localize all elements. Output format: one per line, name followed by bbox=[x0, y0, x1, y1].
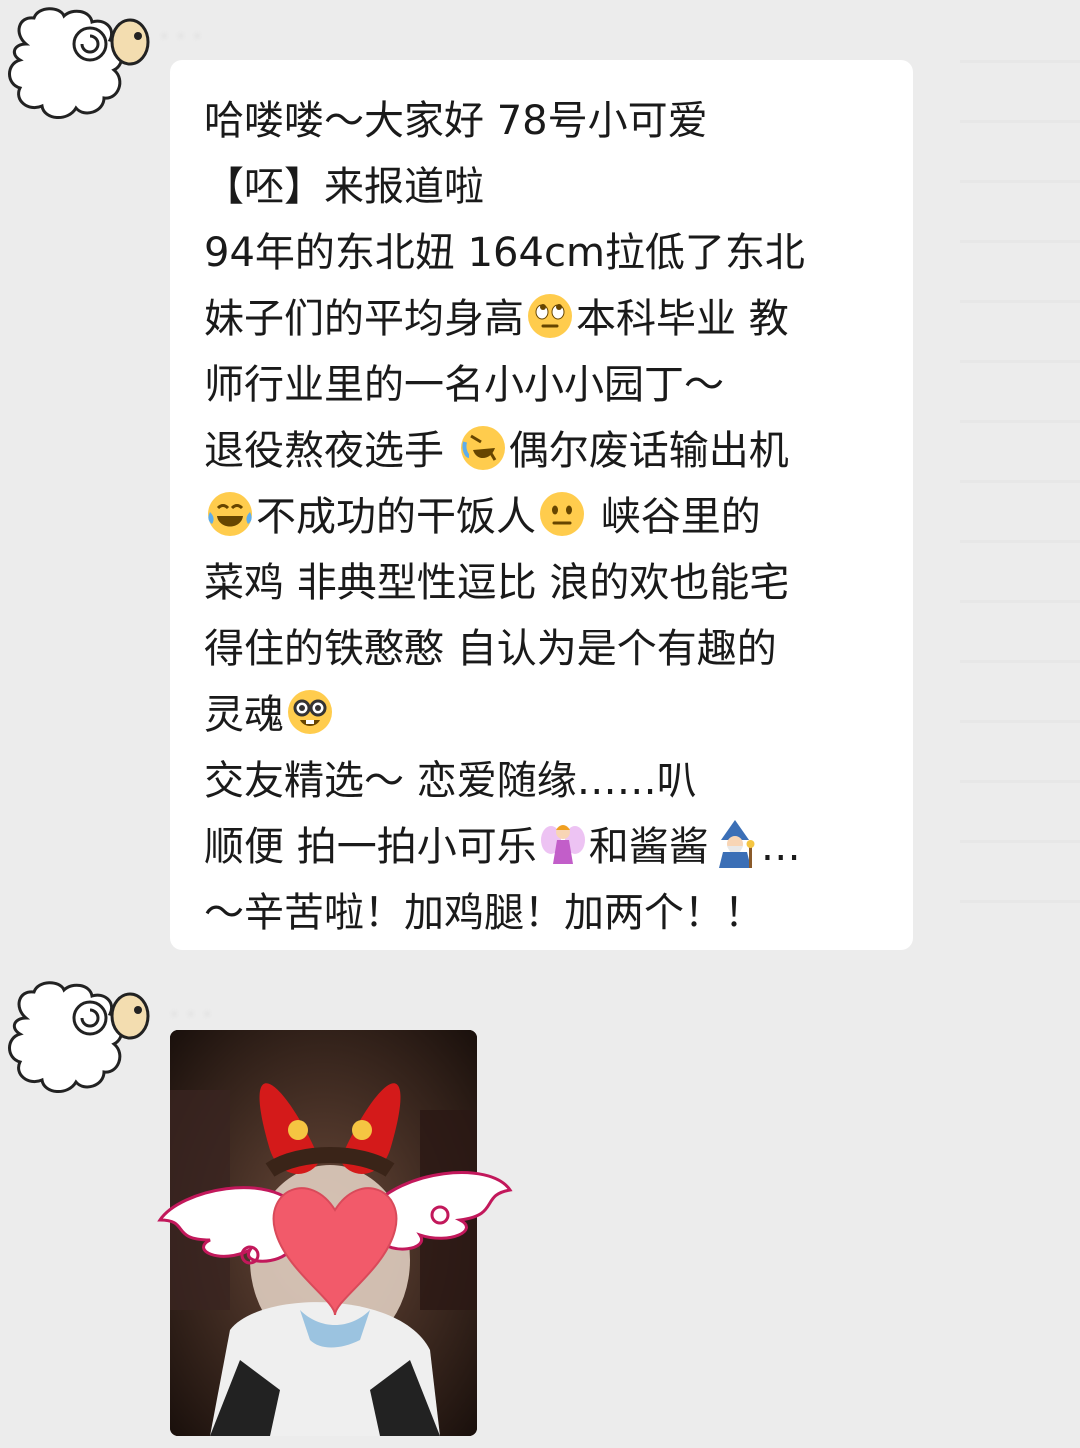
text-segment: 师行业里的一名小小小园丁～ bbox=[204, 362, 724, 408]
tears-of-joy-emoji-icon bbox=[208, 492, 252, 536]
nerd-face-emoji-icon bbox=[288, 690, 332, 734]
text-segment: 和酱酱 bbox=[588, 824, 709, 870]
message-line: 灵魂 bbox=[204, 682, 893, 748]
message-line: 【呸】来报道啦 bbox=[204, 154, 893, 220]
text-segment: 偶尔废话输出机 bbox=[508, 428, 789, 474]
sender-avatar-2[interactable] bbox=[4, 978, 154, 1108]
message-line: 交友精选～ 恋爱随缘……叭 bbox=[204, 748, 893, 814]
text-segment: 哈喽喽～大家好 78号小可爱 bbox=[204, 98, 708, 144]
message-line: ～辛苦啦！加鸡腿！加两个！！ bbox=[204, 880, 893, 946]
message-bubble[interactable]: 哈喽喽～大家好 78号小可爱 【呸】来报道啦 94年的东北妞 164cm拉低了东北妹… bbox=[170, 60, 913, 950]
mage-emoji-icon bbox=[718, 820, 755, 868]
message-line: 顺便 拍一拍小可乐 和酱酱 … bbox=[204, 814, 893, 880]
message-line: 94年的东北妞 164cm拉低了东北 bbox=[204, 220, 893, 286]
text-segment: … bbox=[760, 824, 801, 870]
rofl-emoji-icon bbox=[460, 426, 505, 470]
message-line: 妹子们的平均身高 本科毕业 教 bbox=[204, 286, 893, 352]
heart-wings-sticker bbox=[150, 1130, 520, 1330]
message-line: 师行业里的一名小小小园丁～ bbox=[204, 352, 893, 418]
rolling-eyes-emoji-icon bbox=[528, 294, 572, 338]
rofl-emoji-icon bbox=[457, 422, 509, 474]
sheep-avatar-icon bbox=[8, 7, 150, 119]
text-segment: 退役熬夜选手 bbox=[204, 428, 457, 474]
message-line: 哈喽喽～大家好 78号小可爱 bbox=[204, 88, 893, 154]
fairy-emoji-icon bbox=[537, 818, 589, 870]
message-line: 得住的铁憨憨 自认为是个有趣的 bbox=[204, 616, 893, 682]
sender-avatar[interactable] bbox=[4, 4, 154, 134]
text-segment: 峡谷里的 bbox=[588, 494, 761, 540]
sender-name: · · · bbox=[160, 22, 202, 52]
rolling-eyes-emoji-icon bbox=[524, 290, 576, 342]
message-line: 退役熬夜选手 偶尔废话输出机 bbox=[204, 418, 893, 484]
neutral-face-emoji-icon bbox=[536, 488, 588, 540]
tears-of-joy-emoji-icon bbox=[204, 488, 256, 540]
neutral-face-emoji-icon bbox=[540, 492, 584, 536]
message-text: 哈喽喽～大家好 78号小可爱 【呸】来报道啦 94年的东北妞 164cm拉低了东北妹… bbox=[204, 88, 893, 946]
text-segment: 94年的东北妞 164cm拉低了东北 bbox=[204, 230, 805, 276]
chat-window: · · · 哈喽喽～大家好 78号小可爱 【呸】来报道啦 94年的东北妞 164cm… bbox=[0, 0, 1080, 1448]
heart-with-wings-icon bbox=[157, 1171, 513, 1316]
text-segment: 【呸】来报道啦 bbox=[204, 164, 484, 210]
text-segment: 菜鸡 非典型性逗比 浪的欢也能宅 bbox=[204, 560, 790, 606]
text-segment: 不成功的干饭人 bbox=[256, 494, 536, 540]
text-segment: 灵魂 bbox=[204, 692, 284, 738]
background-texture bbox=[960, 60, 1080, 960]
text-segment: 妹子们的平均身高 bbox=[204, 296, 524, 342]
text-segment: ～辛苦啦！加鸡腿！加两个！！ bbox=[204, 890, 764, 936]
fairy-emoji-icon bbox=[540, 825, 585, 864]
message-line: 不成功的干饭人 峡谷里的 bbox=[204, 484, 893, 550]
text-segment: 交友精选～ 恋爱随缘……叭 bbox=[204, 758, 697, 804]
text-segment: 本科毕业 教 bbox=[576, 296, 789, 342]
nerd-face-emoji-icon bbox=[284, 686, 336, 738]
mage-emoji-icon bbox=[709, 818, 761, 870]
message-line: 菜鸡 非典型性逗比 浪的欢也能宅 bbox=[204, 550, 893, 616]
text-segment: 顺便 拍一拍小可乐 bbox=[204, 824, 537, 870]
text-segment: 得住的铁憨憨 自认为是个有趣的 bbox=[204, 626, 777, 672]
sender-name-2: · · · bbox=[170, 1000, 212, 1030]
sheep-avatar-icon bbox=[8, 981, 150, 1093]
